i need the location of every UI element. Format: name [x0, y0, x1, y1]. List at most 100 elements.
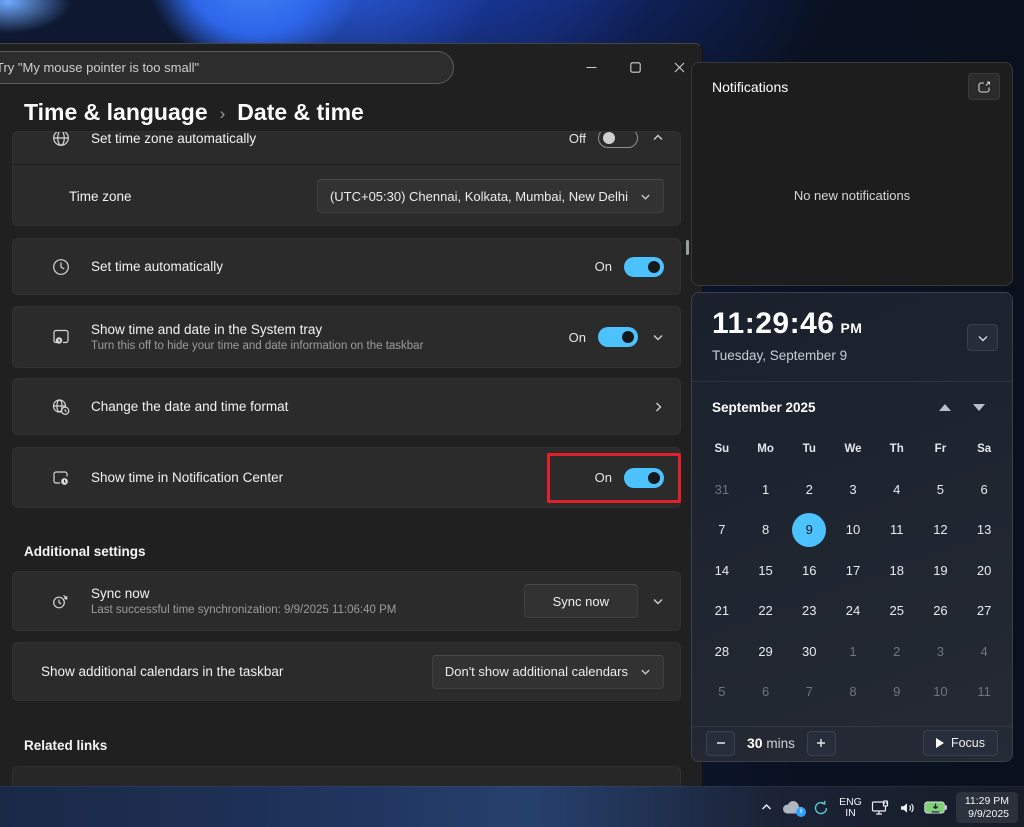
battery-charging-icon[interactable] [924, 801, 947, 814]
calendar-day-selected[interactable]: 9 [787, 510, 831, 551]
calendar-month-label: September 2025 [712, 400, 928, 415]
calendar-day[interactable]: 8 [831, 672, 875, 713]
network-icon[interactable] [871, 800, 890, 816]
taskbar-date: 9/9/2025 [965, 808, 1009, 821]
calendar-day[interactable]: 16 [787, 550, 831, 591]
calendar-day[interactable]: 11 [875, 510, 919, 551]
card-sync-now: Sync now Last successful time synchroniz… [12, 571, 681, 631]
calendar-prev-month-button[interactable] [928, 395, 962, 419]
calendar-day[interactable]: 4 [962, 631, 1006, 672]
collapse-calendar-button[interactable] [967, 324, 998, 351]
calendar-day[interactable]: 19 [919, 550, 963, 591]
chevron-up-icon[interactable] [652, 132, 664, 144]
calendar-day[interactable]: 28 [700, 631, 744, 672]
calendar-day[interactable]: 7 [787, 672, 831, 713]
calendar-month-row: September 2025 [692, 393, 1012, 421]
calendar-day[interactable]: 18 [875, 550, 919, 591]
calendar-day[interactable]: 30 [787, 631, 831, 672]
calendar-day[interactable]: 10 [831, 510, 875, 551]
card-timezone: Set time zone automatically Off Time zon… [12, 131, 681, 226]
setting-text: Sync now Last successful time synchroniz… [91, 586, 524, 616]
calendar-day[interactable]: 1 [831, 631, 875, 672]
tray-sync-app-icon[interactable] [812, 799, 830, 817]
sync-now-button[interactable]: Sync now [524, 584, 638, 618]
additional-calendars-dropdown[interactable]: Don't show additional calendars [432, 655, 664, 689]
calendar-day[interactable]: 26 [919, 591, 963, 632]
volume-icon[interactable] [899, 801, 915, 815]
calendar-day[interactable]: 2 [787, 469, 831, 510]
toggle-state-label: On [595, 259, 612, 274]
calendar-day[interactable]: 25 [875, 591, 919, 632]
tray-chevron-up-icon[interactable] [760, 801, 773, 814]
calendar-day[interactable]: 6 [962, 469, 1006, 510]
calendar-day[interactable]: 6 [744, 672, 788, 713]
calendar-day[interactable]: 5 [700, 672, 744, 713]
calendar-day-header: Fr [919, 443, 963, 455]
calendar-day[interactable]: 3 [919, 631, 963, 672]
calendar-day[interactable]: 2 [875, 631, 919, 672]
calendar-day[interactable]: 4 [875, 469, 919, 510]
onedrive-icon[interactable]: i [782, 800, 803, 815]
chevron-down-icon[interactable] [652, 595, 664, 607]
calendar-day[interactable]: 17 [831, 550, 875, 591]
system-tray-toggle[interactable] [598, 327, 638, 347]
calendar-day[interactable]: 7 [700, 510, 744, 551]
section-header-additional: Additional settings [24, 544, 146, 559]
calendar-day[interactable]: 22 [744, 591, 788, 632]
card-set-time-auto[interactable]: Set time automatically On [12, 238, 681, 295]
card-system-tray[interactable]: Show time and date in the System tray Tu… [12, 306, 681, 368]
calendar-day[interactable]: 15 [744, 550, 788, 591]
setting-subtitle: Turn this off to hide your time and date… [91, 340, 569, 352]
clock-meridiem: PM [840, 320, 862, 336]
breadcrumb-parent[interactable]: Time & language [24, 99, 208, 126]
row-set-timezone-auto[interactable]: Set time zone automatically Off [13, 132, 680, 164]
globe-icon [51, 132, 73, 148]
focus-increase-button[interactable] [807, 731, 836, 756]
close-icon[interactable] [664, 53, 694, 81]
additional-calendars-value: Don't show additional calendars [445, 664, 628, 679]
focus-duration-label: 30 mins [747, 735, 795, 751]
calendar-day[interactable]: 29 [744, 631, 788, 672]
minimize-button[interactable] [576, 53, 606, 81]
calendar-day-header: We [831, 443, 875, 455]
calendar-day[interactable]: 31 [700, 469, 744, 510]
calendar-day[interactable]: 27 [962, 591, 1006, 632]
search-input[interactable]: Try "My mouse pointer is too small" [0, 51, 454, 84]
taskbar-clock[interactable]: 11:29 PM 9/9/2025 [956, 792, 1018, 823]
focus-start-button[interactable]: Focus [923, 730, 998, 756]
calendar-day[interactable]: 10 [919, 672, 963, 713]
calendar-day-header: Su [700, 443, 744, 455]
calendar-day[interactable]: 24 [831, 591, 875, 632]
calendar-day[interactable]: 14 [700, 550, 744, 591]
calendar-day[interactable]: 21 [700, 591, 744, 632]
timezone-dropdown[interactable]: (UTC+05:30) Chennai, Kolkata, Mumbai, Ne… [317, 179, 664, 213]
calendar-day[interactable]: 9 [875, 672, 919, 713]
calendar-day[interactable]: 1 [744, 469, 788, 510]
calendar-day[interactable]: 11 [962, 672, 1006, 713]
timezone-auto-toggle[interactable] [598, 132, 638, 148]
calendar-day[interactable]: 12 [919, 510, 963, 551]
calendar-day[interactable]: 3 [831, 469, 875, 510]
setting-title: Sync now [91, 586, 524, 601]
notification-settings-icon [977, 80, 991, 94]
chevron-down-icon [977, 332, 989, 344]
card-change-format[interactable]: Change the date and time format [12, 378, 681, 435]
maximize-button[interactable] [620, 53, 650, 81]
chevron-down-icon [640, 666, 651, 677]
calendar-day[interactable]: 8 [744, 510, 788, 551]
calendar-next-month-button[interactable] [962, 395, 996, 419]
calendar-day[interactable]: 23 [787, 591, 831, 632]
page-title: Date & time [237, 99, 364, 126]
timezone-value: (UTC+05:30) Chennai, Kolkata, Mumbai, Ne… [330, 189, 628, 204]
calendar-day[interactable]: 20 [962, 550, 1006, 591]
calendar-day[interactable]: 5 [919, 469, 963, 510]
notification-settings-button[interactable] [968, 73, 1000, 100]
language-indicator[interactable]: ENG IN [839, 797, 862, 819]
focus-decrease-button[interactable] [706, 731, 735, 756]
set-time-auto-toggle[interactable] [624, 257, 664, 277]
calendar-day[interactable]: 13 [962, 510, 1006, 551]
clock-icon [51, 257, 73, 277]
chevron-down-icon[interactable] [652, 331, 664, 343]
taskbar: i ENG IN [0, 786, 1024, 827]
scrollbar-thumb[interactable] [686, 240, 689, 255]
